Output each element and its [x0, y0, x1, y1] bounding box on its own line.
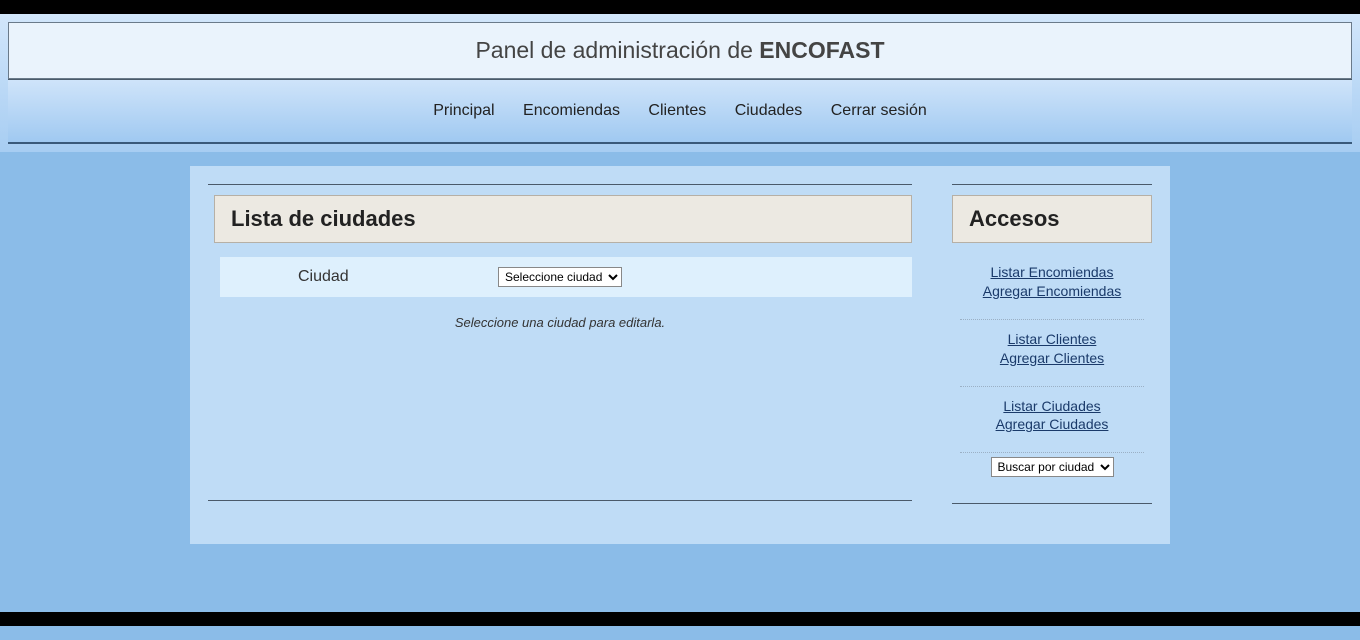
nav-clientes[interactable]: Clientes: [648, 102, 706, 119]
city-select[interactable]: Seleccione ciudad: [498, 267, 622, 287]
header: Panel de administración de ENCOFAST Prin…: [0, 14, 1360, 152]
search-city-select[interactable]: Buscar por ciudad: [991, 457, 1114, 477]
links-group-3: Listar Ciudades Agregar Ciudades: [952, 391, 1152, 449]
link-agregar-clientes[interactable]: Agregar Clientes: [952, 349, 1152, 368]
hint-text: Seleccione una ciudad para editarla.: [208, 315, 912, 330]
title-brand: ENCOFAST: [759, 37, 884, 63]
title-box: Panel de administración de ENCOFAST: [8, 22, 1352, 79]
nav-cerrar-sesion[interactable]: Cerrar sesión: [831, 102, 927, 119]
city-form-row: Ciudad Seleccione ciudad: [220, 257, 912, 297]
side-panel: Accesos Listar Encomiendas Agregar Encom…: [952, 178, 1152, 514]
side-bottom-rule: [952, 503, 1152, 504]
main-top-rule: [208, 184, 912, 185]
link-listar-encomiendas[interactable]: Listar Encomiendas: [952, 263, 1152, 282]
side-title: Accesos: [952, 195, 1152, 243]
links-group-2: Listar Clientes Agregar Clientes: [952, 324, 1152, 382]
side-divider-3: [960, 452, 1144, 453]
content-container: Lista de ciudades Ciudad Seleccione ciud…: [190, 166, 1170, 544]
side-divider-1: [960, 319, 1144, 320]
side-top-rule: [952, 184, 1152, 185]
top-black-bar: [0, 0, 1360, 14]
link-agregar-ciudades[interactable]: Agregar Ciudades: [952, 415, 1152, 434]
title-prefix: Panel de administración de: [475, 37, 759, 63]
city-label: Ciudad: [238, 268, 498, 286]
main-nav: Principal Encomiendas Clientes Ciudades …: [8, 80, 1352, 144]
side-search-wrap: Buscar por ciudad: [952, 457, 1152, 477]
link-agregar-encomiendas[interactable]: Agregar Encomiendas: [952, 282, 1152, 301]
page-body: Lista de ciudades Ciudad Seleccione ciud…: [0, 152, 1360, 612]
main-bottom-rule: [208, 500, 912, 501]
city-field: Seleccione ciudad: [498, 267, 894, 287]
main-panel: Lista de ciudades Ciudad Seleccione ciud…: [208, 178, 912, 514]
side-divider-2: [960, 386, 1144, 387]
main-title: Lista de ciudades: [214, 195, 912, 243]
nav-ciudades[interactable]: Ciudades: [735, 102, 803, 119]
links-group-1: Listar Encomiendas Agregar Encomiendas: [952, 257, 1152, 315]
link-listar-clientes[interactable]: Listar Clientes: [952, 330, 1152, 349]
nav-principal[interactable]: Principal: [433, 102, 494, 119]
bottom-black-bar: [0, 612, 1360, 626]
page-title: Panel de administración de ENCOFAST: [9, 37, 1351, 64]
link-listar-ciudades[interactable]: Listar Ciudades: [952, 397, 1152, 416]
nav-encomiendas[interactable]: Encomiendas: [523, 102, 620, 119]
